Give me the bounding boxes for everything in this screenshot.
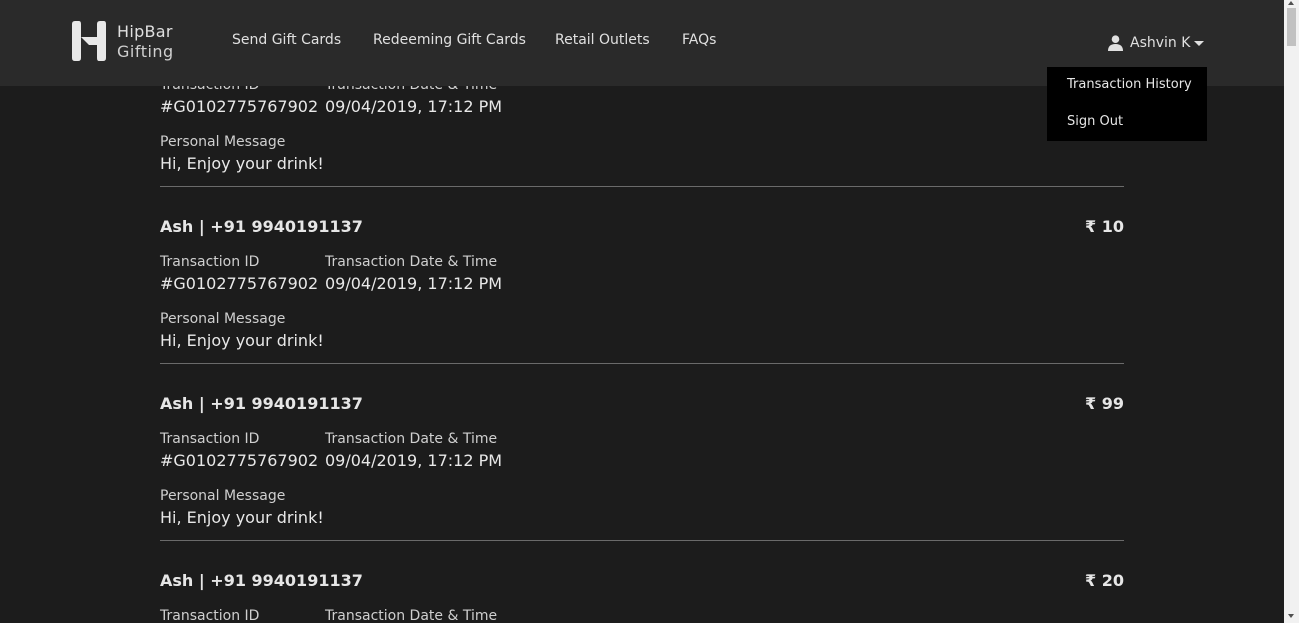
- transaction-datetime-value: 09/04/2019, 17:12 PM: [325, 451, 503, 470]
- transaction-id-label: Transaction ID: [160, 608, 260, 623]
- hipbar-logo-icon: [72, 21, 106, 61]
- transaction-datetime-label: Transaction Date & Time: [325, 254, 498, 270]
- transaction-amount: ₹ 99: [1085, 394, 1124, 413]
- personal-message-label: Personal Message: [160, 311, 286, 327]
- brand-subtitle: Gifting: [117, 42, 174, 61]
- transaction-datetime-value: 09/04/2019, 17:12 PM: [325, 97, 503, 116]
- recipient-name: Ash | +91 9940191137: [160, 217, 363, 236]
- page: Transaction ID Transaction Date & Time #…: [0, 0, 1299, 623]
- divider: [160, 363, 1124, 364]
- menu-item-sign-out[interactable]: Sign Out: [1067, 114, 1123, 129]
- nav-retail-outlets[interactable]: Retail Outlets: [555, 32, 650, 48]
- vertical-scrollbar[interactable]: [1284, 0, 1299, 623]
- divider: [160, 540, 1124, 541]
- nav-send-gift-cards[interactable]: Send Gift Cards: [232, 32, 341, 48]
- brand-name: HipBar: [117, 22, 173, 41]
- user-name: Ashvin K: [1130, 35, 1191, 51]
- transaction-id-value: #G0102775767902: [160, 274, 319, 293]
- transaction-amount: ₹ 20: [1085, 571, 1124, 590]
- transaction-id-value: #G0102775767902: [160, 97, 319, 116]
- transaction-amount: ₹ 10: [1085, 217, 1124, 236]
- transaction-id-value: #G0102775767902: [160, 451, 319, 470]
- transaction-datetime-label: Transaction Date & Time: [325, 608, 498, 623]
- transaction-datetime-label: Transaction Date & Time: [325, 431, 498, 447]
- scrollbar-thumb[interactable]: [1287, 8, 1296, 46]
- personal-message-label: Personal Message: [160, 134, 286, 150]
- transaction-id-label: Transaction ID: [160, 254, 260, 270]
- scroll-up-arrow-icon[interactable]: [1288, 1, 1294, 5]
- menu-item-transaction-history[interactable]: Transaction History: [1067, 77, 1192, 92]
- user-icon: [1108, 35, 1123, 51]
- nav-faqs[interactable]: FAQs: [682, 32, 716, 48]
- recipient-name: Ash | +91 9940191137: [160, 394, 363, 413]
- personal-message-label: Personal Message: [160, 488, 286, 504]
- recipient-name: Ash | +91 9940191137: [160, 571, 363, 590]
- personal-message-value: Hi, Enjoy your drink!: [160, 331, 324, 350]
- personal-message-value: Hi, Enjoy your drink!: [160, 154, 324, 173]
- user-dropdown-menu: Transaction History Sign Out: [1047, 67, 1207, 141]
- chevron-down-icon: [1194, 41, 1204, 46]
- nav-redeeming-gift-cards[interactable]: Redeeming Gift Cards: [373, 32, 526, 48]
- divider: [160, 186, 1124, 187]
- scroll-down-arrow-icon[interactable]: [1288, 614, 1294, 618]
- personal-message-value: Hi, Enjoy your drink!: [160, 508, 324, 527]
- transaction-id-label: Transaction ID: [160, 431, 260, 447]
- transaction-datetime-value: 09/04/2019, 17:12 PM: [325, 274, 503, 293]
- brand-logo[interactable]: HipBar Gifting: [70, 21, 180, 63]
